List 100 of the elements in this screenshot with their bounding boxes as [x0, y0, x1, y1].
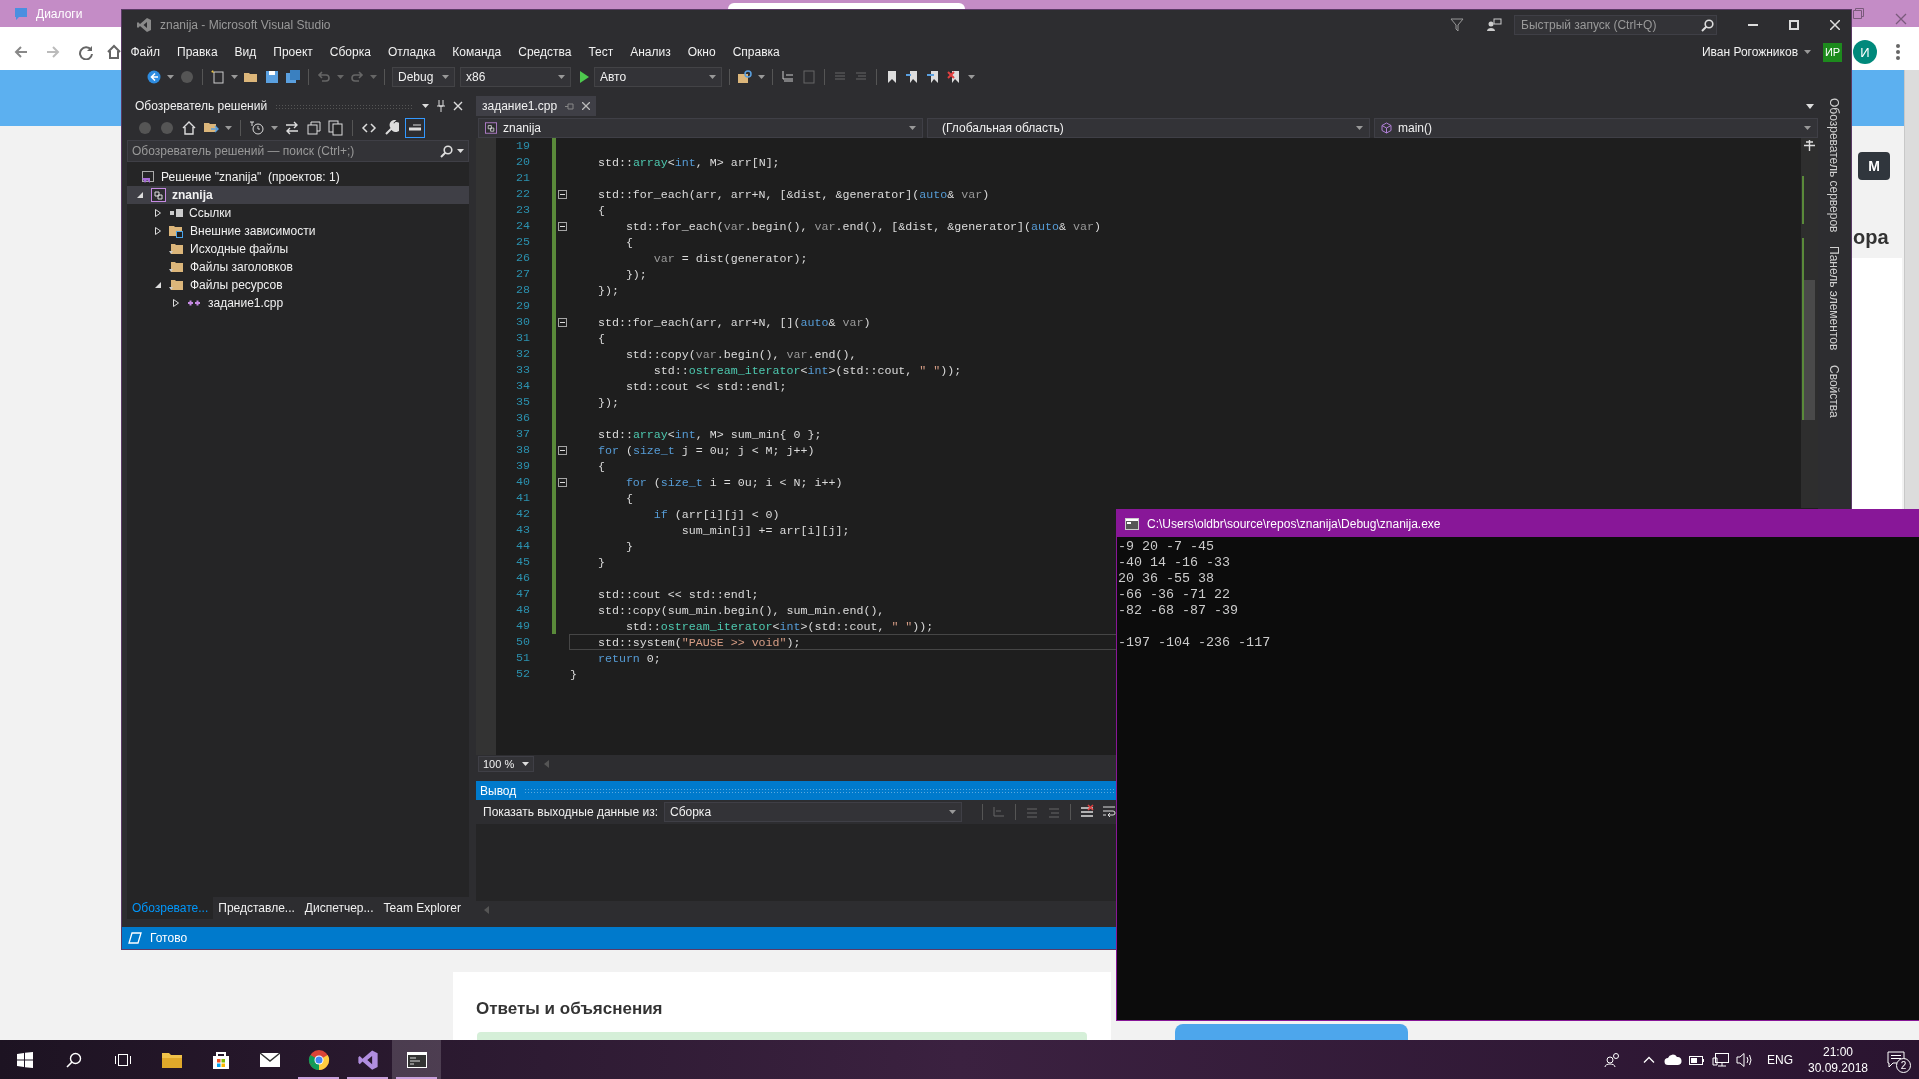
menu-item[interactable]: Справка [724, 42, 789, 62]
console-line: -9 20 -7 -45 [1118, 539, 1215, 554]
member-dropdown[interactable]: main() [1374, 118, 1818, 138]
line-number: 35 [515, 394, 530, 410]
tree-item[interactable]: Решение "znanija" (проектов: 1) [127, 168, 469, 186]
menu-item[interactable]: Отладка [379, 42, 444, 62]
menu-item[interactable]: Правка [168, 42, 227, 62]
tree-item[interactable]: Исходные файлы [127, 240, 469, 258]
code-line: for (size_t j = 0u; j < M; j++) [596, 444, 815, 457]
platform-dropdown[interactable]: x86 [460, 67, 571, 87]
line-number: 42 [515, 506, 530, 522]
menu-item[interactable]: Окно [679, 42, 725, 62]
code-line: std::ostream_iterator<int>(std::cout, " ")); [624, 620, 934, 633]
menu-button[interactable]: M [1858, 152, 1890, 180]
code-line: std::for_each(arr, arr+N, [&dist, &generator](auto& var) [596, 188, 990, 201]
quick-launch-field[interactable]: Быстрый запуск (Ctrl+Q) [1514, 15, 1717, 35]
menu-item[interactable]: Вид [226, 42, 265, 62]
code-line: std::cout << std::endl; [624, 380, 787, 393]
code-line: { [596, 460, 605, 473]
tree-item[interactable]: znanija [127, 186, 469, 204]
panel-title: Вывод [480, 783, 517, 798]
tree-item[interactable]: Файлы заголовков [127, 258, 469, 276]
code-line: std::for_each(arr, arr+N, [](auto& var) [596, 316, 871, 329]
scope-dropdown[interactable]: (Глобальная область) [927, 118, 1370, 138]
line-number: 38 [515, 442, 530, 458]
menu-item[interactable]: Средства [509, 42, 580, 62]
code-line: { [596, 204, 605, 217]
line-number: 30 [515, 314, 530, 330]
tree-item[interactable]: Внешние зависимости [127, 222, 469, 240]
side-tab[interactable]: Обозреватель серверов [1821, 96, 1846, 235]
line-number: 52 [515, 666, 530, 682]
side-tab[interactable]: Панель элементов [1821, 244, 1846, 353]
editor-tab[interactable]: задание1.cpp [476, 96, 597, 116]
line-number: 25 [515, 234, 530, 250]
menu-item[interactable]: Файл [122, 42, 169, 62]
code-line: std::array<int, M> sum_min{ 0 }; [596, 428, 822, 441]
start-target-dropdown[interactable]: Авто [594, 67, 722, 87]
line-number: 43 [515, 522, 530, 538]
line-number: 45 [515, 554, 530, 570]
line-number: 24 [515, 218, 530, 234]
tree-item[interactable]: Ссылки [127, 204, 469, 222]
line-number: 44 [515, 538, 530, 554]
line-number: 36 [515, 410, 530, 426]
console-line: 20 36 -55 38 [1118, 571, 1215, 586]
line-number: 49 [515, 618, 530, 634]
code-line: std::array<int, M> arr[N]; [596, 156, 780, 169]
user-avatar[interactable]: ИР [1823, 42, 1842, 62]
panel-tab[interactable]: Представле... [213, 897, 300, 919]
menu-item[interactable]: Сборка [321, 42, 380, 62]
project-dropdown[interactable]: znanija [478, 118, 923, 138]
configuration-dropdown[interactable]: Debug [392, 67, 455, 87]
line-number: 41 [515, 490, 530, 506]
window-title: C:\Users\oldbr\source\repos\znanija\Debug\znanija.exe [1147, 516, 1441, 531]
field-label: Показать выходные данные из: [483, 805, 658, 819]
console-line: -66 -36 -71 22 [1118, 587, 1231, 602]
menu-item[interactable]: Тест [579, 42, 622, 62]
line-number: 40 [515, 474, 530, 490]
code-line: { [596, 332, 605, 345]
console-line: -197 -104 -236 -117 [1118, 635, 1271, 650]
clock[interactable]: 21:00 30.09.2018 [1803, 1040, 1873, 1079]
notification-count: 2 [1896, 1058, 1911, 1073]
line-number: 33 [515, 362, 530, 378]
line-number: 37 [515, 426, 530, 442]
code-line: std::for_each(var.begin(), var.end(), [&dist, &generator](auto& var) [624, 220, 1101, 233]
menu-item[interactable]: Команда [443, 42, 510, 62]
side-tab[interactable]: Свойства [1821, 362, 1846, 420]
code-line: return 0; [596, 652, 661, 665]
zoom-dropdown[interactable]: 100 % [478, 756, 535, 772]
line-number: 26 [515, 250, 530, 266]
code-line: { [624, 492, 633, 505]
line-number: 51 [515, 650, 530, 666]
user-name[interactable]: Иван Рогожников [1701, 45, 1798, 59]
menu-item[interactable]: Анализ [621, 42, 680, 62]
menu-item[interactable]: Проект [264, 42, 322, 62]
line-number: 46 [515, 570, 530, 586]
window-title: znanija - Microsoft Visual Studio [160, 18, 331, 32]
tree-item[interactable]: задание1.cpp [127, 294, 469, 312]
line-number: 50 [515, 634, 530, 650]
search-field[interactable]: Обозреватель решений — поиск (Ctrl+;) [127, 140, 469, 162]
code-line: std::cout << std::endl; [596, 588, 759, 601]
section-heading: ора [1853, 226, 1889, 249]
panel-tab[interactable]: Обозревате... [127, 897, 214, 919]
line-number: 23 [515, 202, 530, 218]
line-number: 27 [515, 266, 530, 282]
output-source-dropdown[interactable]: Сборка [664, 802, 962, 822]
panel-title: Обозреватель решений [135, 99, 268, 113]
language-indicator[interactable]: ENG [1757, 1040, 1803, 1079]
code-line: } [596, 556, 605, 569]
code-line: std::copy(var.begin(), var.end(), [624, 348, 857, 361]
line-number: 21 [515, 170, 530, 186]
console-line: -40 14 -16 -33 [1118, 555, 1231, 570]
panel-tab[interactable]: Team Explorer [378, 897, 466, 919]
panel-tab[interactable]: Диспетчер... [299, 897, 379, 919]
code-line: std::copy(sum_min.begin(), sum_min.end(), [596, 604, 885, 617]
code-line: std::system("PAUSE >> void"); [596, 636, 801, 649]
line-number: 31 [515, 330, 530, 346]
code-line: for (size_t i = 0u; i < N; i++) [624, 476, 843, 489]
line-number: 28 [515, 282, 530, 298]
notifications-button[interactable]: 2 [1873, 1040, 1919, 1079]
tree-item[interactable]: Файлы ресурсов [127, 276, 469, 294]
